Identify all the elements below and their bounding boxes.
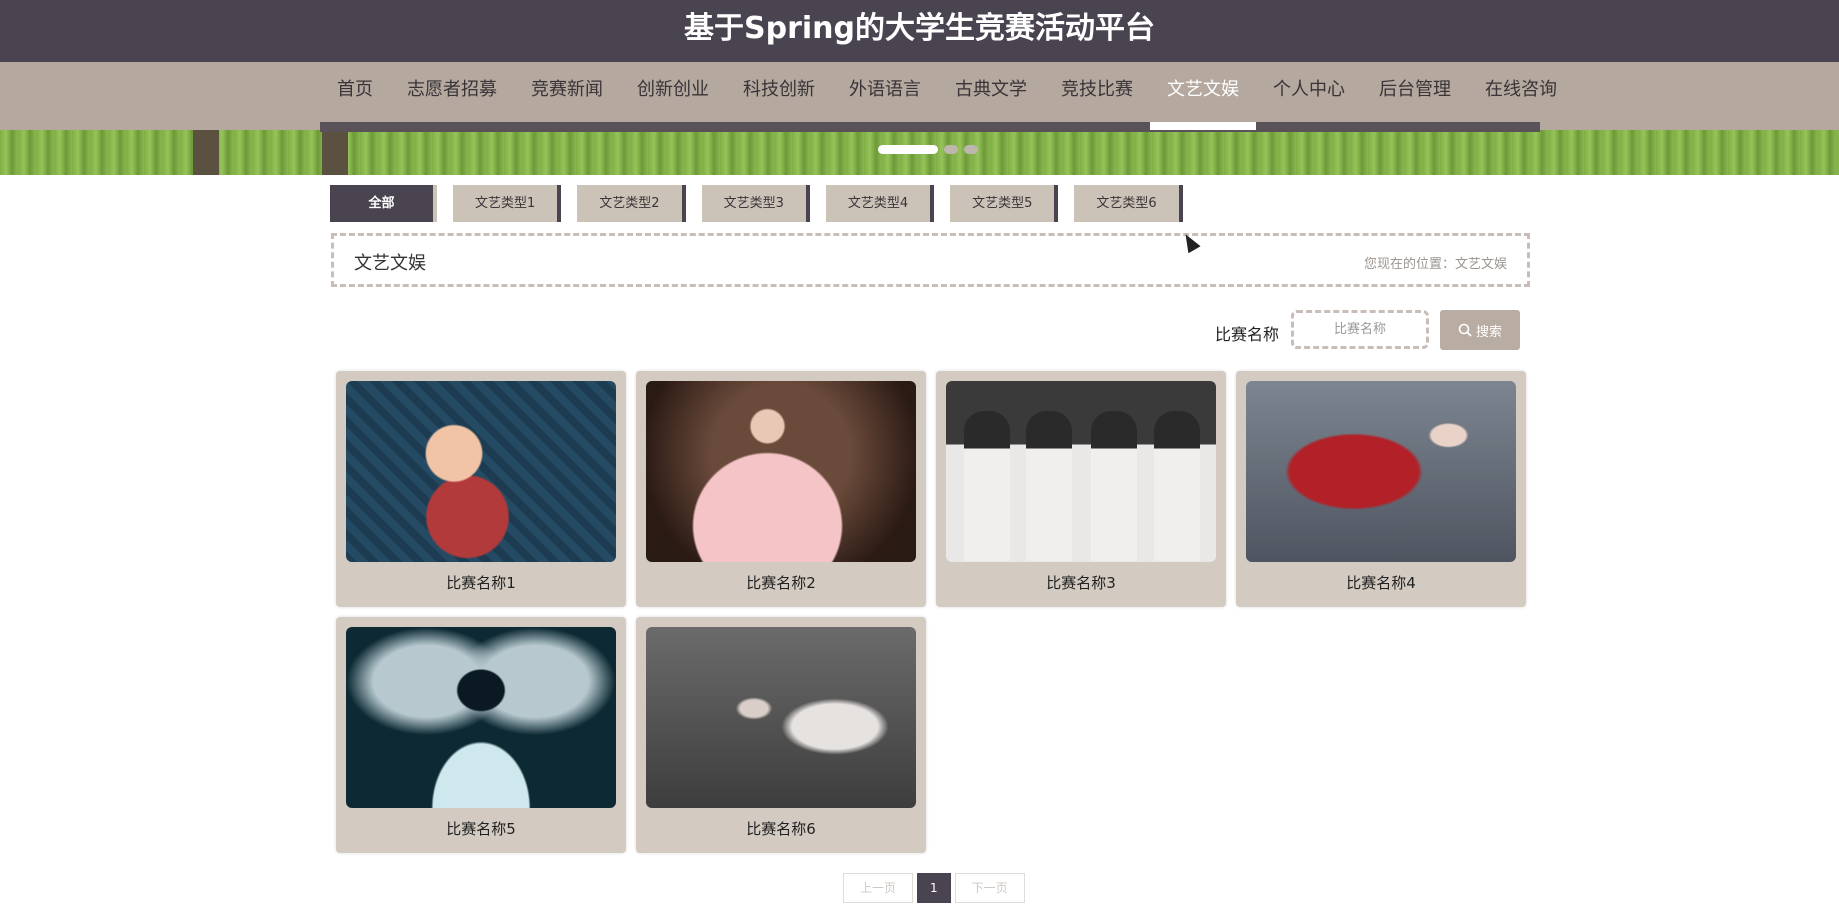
tree-trunk — [322, 130, 348, 175]
card-image[interactable] — [646, 381, 916, 562]
breadcrumb-prefix: 您现在的位置： — [1363, 257, 1455, 272]
card-image[interactable] — [946, 381, 1216, 562]
competition-card[interactable]: 比赛名称4 — [1236, 371, 1526, 607]
banner: 首页 志愿者招募 竞赛新闻 创新创业 科技创新 外语语言 古典文学 竞技比赛 文… — [0, 62, 1839, 175]
card-image[interactable] — [1246, 381, 1516, 562]
nav-item-news[interactable]: 竞赛新闻 — [514, 62, 620, 130]
category-tabs: 全部 文艺类型1 文艺类型2 文艺类型3 文艺类型4 文艺类型5 文艺类型6 — [330, 185, 1183, 222]
tab-type-1[interactable]: 文艺类型1 — [453, 185, 562, 222]
carousel-dot[interactable] — [878, 145, 938, 154]
card-title[interactable]: 比赛名称3 — [936, 572, 1226, 593]
main-nav: 首页 志愿者招募 竞赛新闻 创新创业 科技创新 外语语言 古典文学 竞技比赛 文… — [320, 62, 1574, 130]
tab-type-3[interactable]: 文艺类型3 — [701, 185, 810, 222]
carousel-indicators — [878, 145, 978, 154]
page-number[interactable]: 1 — [917, 873, 951, 903]
nav-item-arts[interactable]: 文艺文娱 — [1150, 62, 1256, 130]
tab-all[interactable]: 全部 — [330, 185, 437, 222]
nav-item-competition[interactable]: 竞技比赛 — [1044, 62, 1150, 130]
tree-trunk — [193, 130, 219, 175]
competition-card[interactable]: 比赛名称1 — [336, 371, 626, 607]
card-title[interactable]: 比赛名称2 — [636, 572, 926, 593]
nav-item-home[interactable]: 首页 — [320, 62, 390, 130]
nav-item-tech[interactable]: 科技创新 — [726, 62, 832, 130]
site-title: 基于Spring的大学生竞赛活动平台 — [0, 0, 1839, 62]
search-icon — [1458, 323, 1472, 337]
search-button[interactable]: 搜索 — [1440, 310, 1520, 350]
nav-item-literature[interactable]: 古典文学 — [938, 62, 1044, 130]
card-image[interactable] — [346, 627, 616, 808]
tab-type-4[interactable]: 文艺类型4 — [825, 185, 935, 222]
search-input[interactable]: 比赛名称 — [1291, 310, 1429, 349]
pagination: 上一页 1 下一页 — [843, 873, 1025, 903]
search-label: 比赛名称 — [1215, 325, 1280, 344]
section-title: 文艺文娱 — [354, 253, 426, 274]
tab-type-6[interactable]: 文艺类型6 — [1074, 185, 1183, 222]
breadcrumb: 您现在的位置：文艺文娱 — [1364, 253, 1507, 272]
nav-item-consult[interactable]: 在线咨询 — [1468, 62, 1574, 130]
competition-card[interactable]: 比赛名称6 — [636, 617, 926, 853]
carousel-dot[interactable] — [964, 145, 978, 154]
section-header: 文艺文娱 您现在的位置：文艺文娱 — [331, 233, 1530, 287]
nav-item-volunteer[interactable]: 志愿者招募 — [390, 62, 514, 130]
competition-card[interactable]: 比赛名称5 — [336, 617, 626, 853]
nav-item-profile[interactable]: 个人中心 — [1256, 62, 1362, 130]
prev-page-button[interactable]: 上一页 — [843, 873, 914, 903]
carousel-dot[interactable] — [944, 145, 958, 154]
card-image[interactable] — [346, 381, 616, 562]
competition-card[interactable]: 比赛名称3 — [936, 371, 1226, 607]
card-title[interactable]: 比赛名称6 — [636, 818, 926, 839]
search-button-label: 搜索 — [1475, 324, 1502, 340]
breadcrumb-current[interactable]: 文艺文娱 — [1455, 257, 1507, 272]
competition-card[interactable]: 比赛名称2 — [636, 371, 926, 607]
card-title[interactable]: 比赛名称1 — [336, 572, 626, 593]
nav-item-language[interactable]: 外语语言 — [832, 62, 938, 130]
next-page-button[interactable]: 下一页 — [954, 873, 1025, 903]
nav-item-innovation[interactable]: 创新创业 — [620, 62, 726, 130]
card-image[interactable] — [646, 627, 916, 808]
tab-type-2[interactable]: 文艺类型2 — [577, 185, 686, 222]
nav-item-admin[interactable]: 后台管理 — [1362, 62, 1468, 130]
card-title[interactable]: 比赛名称4 — [1236, 572, 1526, 593]
tab-type-5[interactable]: 文艺类型5 — [950, 185, 1059, 222]
card-title[interactable]: 比赛名称5 — [336, 818, 626, 839]
